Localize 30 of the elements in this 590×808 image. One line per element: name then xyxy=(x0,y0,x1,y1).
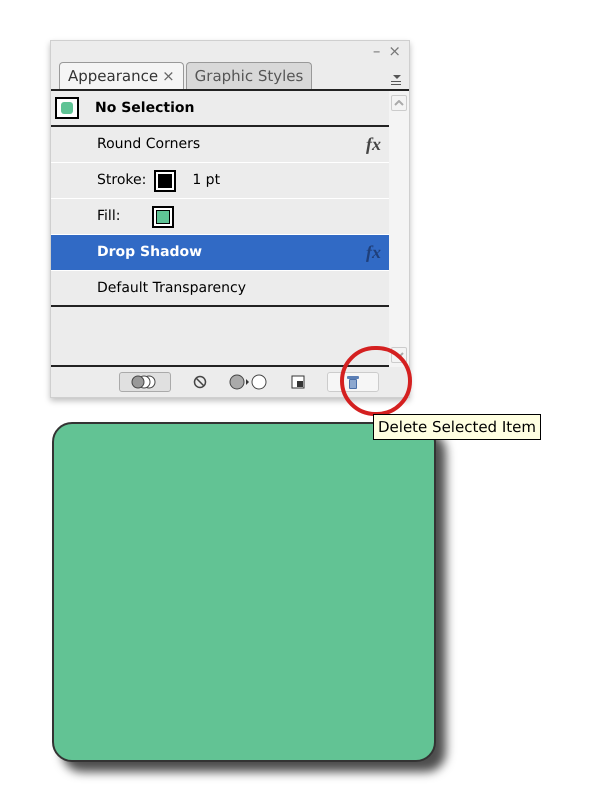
row-label: Drop Shadow xyxy=(97,243,202,262)
row-label: Fill: xyxy=(97,207,120,226)
color-swatch[interactable] xyxy=(154,170,176,192)
appearance-row[interactable]: Drop Shadow fx xyxy=(51,235,389,271)
thumbnail-icon xyxy=(55,97,79,119)
row-label: Stroke: xyxy=(97,171,146,190)
color-swatch[interactable] xyxy=(152,206,174,228)
scroll-down-icon[interactable] xyxy=(391,347,407,363)
fx-icon[interactable]: fx xyxy=(366,131,381,158)
row-label: No Selection xyxy=(95,98,194,118)
tooltip: Delete Selected Item xyxy=(373,414,541,440)
minimize-button[interactable]: – xyxy=(372,41,380,61)
appearance-row[interactable]: Stroke: 1 pt xyxy=(51,163,389,199)
delete-button[interactable] xyxy=(327,372,379,392)
panel-menu-icon[interactable] xyxy=(391,75,401,85)
tab-close-button[interactable]: × xyxy=(162,64,175,88)
appearance-row[interactable]: Round Corners fx xyxy=(51,127,389,163)
panel-tab[interactable]: Appearance × xyxy=(59,62,184,89)
appearance-row[interactable]: No Selection xyxy=(51,91,389,127)
panel-tab[interactable]: Graphic Styles xyxy=(186,62,312,89)
duplicate-icon[interactable] xyxy=(291,375,305,389)
row-label: Default Transparency xyxy=(97,278,246,298)
reduce-appearance-icon[interactable] xyxy=(229,374,269,390)
clear-appearance-icon[interactable] xyxy=(193,375,207,389)
trash-icon xyxy=(346,374,360,390)
new-art-button[interactable] xyxy=(119,372,171,392)
row-label: Round Corners xyxy=(97,135,200,154)
scrollbar[interactable] xyxy=(389,91,409,367)
stroke-weight[interactable]: 1 pt xyxy=(192,170,220,191)
close-button[interactable]: × xyxy=(388,41,401,61)
